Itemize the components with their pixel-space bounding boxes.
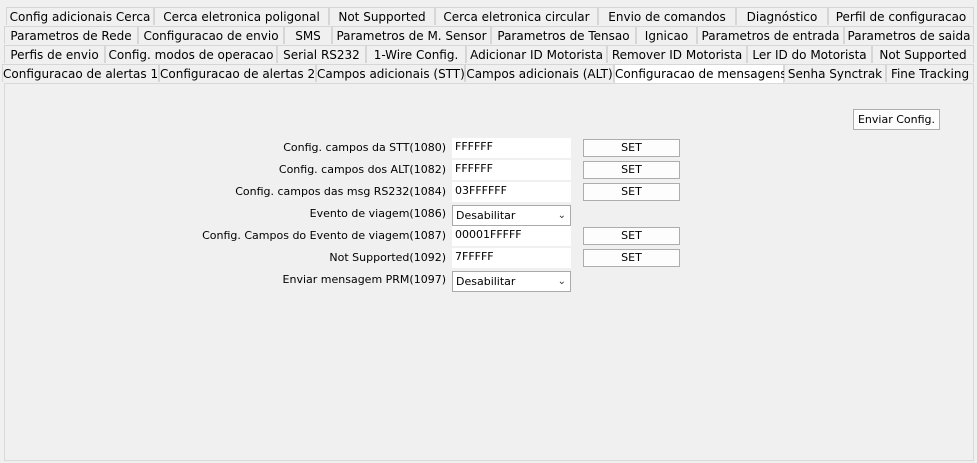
trip-event-fields-set-button[interactable]: SET <box>583 227 680 245</box>
tab-ignicao[interactable]: Ignicao <box>636 26 697 44</box>
tab-adicionar-id-motorista[interactable]: Adicionar ID Motorista <box>466 45 607 63</box>
trip-event-label: Evento de viagem(1086) <box>309 207 446 220</box>
send-config-button[interactable]: Enviar Config. <box>853 109 940 130</box>
tab-configuracao-de-alertas-2[interactable]: Configuracao de alertas 2 <box>159 64 316 82</box>
tab-diagnostico[interactable]: Diagnóstico <box>736 7 828 25</box>
tab-not-supported-2[interactable]: Not Supported <box>872 45 974 63</box>
trip-event-select[interactable]: Desabilitar ⌄ <box>452 205 571 226</box>
alt-fields-label: Config. campos dos ALT(1082) <box>278 163 446 176</box>
tab-config-adicionais-cerca[interactable]: Config adicionais Cerca <box>6 7 154 25</box>
tab-senha-synctrak[interactable]: Senha Synctrak <box>784 64 886 82</box>
prm-message-select-value: Desabilitar <box>456 275 516 288</box>
tab-fine-tracking[interactable]: Fine Tracking <box>886 64 974 82</box>
alt-fields-input[interactable]: FFFFFF <box>452 160 571 180</box>
tab-perfil-de-configuracao[interactable]: Perfil de configuracao <box>828 7 974 25</box>
tab-cerca-eletronica-circular[interactable]: Cerca eletronica circular <box>435 7 598 25</box>
tab-campos-adicionais-alt[interactable]: Campos adicionais (ALT) <box>465 64 614 82</box>
prm-message-label: Enviar mensagem PRM(1097) <box>282 273 446 286</box>
stt-fields-input[interactable]: FFFFFF <box>452 138 571 158</box>
tab-parametros-de-saida[interactable]: Parametros de saida <box>844 26 974 44</box>
stt-fields-set-button[interactable]: SET <box>583 139 680 157</box>
tab-configuracao-de-alertas-1[interactable]: Configuracao de alertas 1 <box>2 64 159 82</box>
tab-parametros-de-entrada[interactable]: Parametros de entrada <box>697 26 844 44</box>
chevron-down-icon: ⌄ <box>557 210 566 221</box>
chevron-down-icon: ⌄ <box>557 276 566 287</box>
tab-1-wire-config[interactable]: 1-Wire Config. <box>366 45 466 63</box>
tab-perfis-de-envio[interactable]: Perfis de envio <box>4 45 105 63</box>
stt-fields-label: Config. campos da STT(1080) <box>283 141 446 154</box>
tab-serial-rs232[interactable]: Serial RS232 <box>277 45 366 63</box>
tab-ler-id-do-motorista[interactable]: Ler ID do Motorista <box>747 45 872 63</box>
trip-event-fields-label: Config. Campos do Evento de viagem(1087) <box>202 229 446 242</box>
tab-parametros-de-tensao[interactable]: Parametros de Tensao <box>491 26 636 44</box>
tab-parametros-m-sensor[interactable]: Parametros de M. Sensor <box>332 26 491 44</box>
prm-message-select[interactable]: Desabilitar ⌄ <box>452 271 571 292</box>
tab-campos-adicionais-stt[interactable]: Campos adicionais (STT) <box>316 64 465 82</box>
trip-event-fields-input[interactable]: 00001FFFFF <box>452 226 571 246</box>
tab-configuracao-de-envio[interactable]: Configuracao de envio <box>138 26 284 44</box>
tab-remover-id-motorista[interactable]: Remover ID Motorista <box>607 45 747 63</box>
tab-cerca-eletronica-poligonal[interactable]: Cerca eletronica poligonal <box>154 7 329 25</box>
tab-parametros-de-rede[interactable]: Parametros de Rede <box>4 26 138 44</box>
rs232-fields-set-button[interactable]: SET <box>583 183 680 201</box>
trip-event-select-value: Desabilitar <box>456 209 516 222</box>
not-supported-1092-set-button[interactable]: SET <box>583 249 680 267</box>
tab-not-supported[interactable]: Not Supported <box>329 7 435 25</box>
not-supported-1092-input[interactable]: 7FFFFF <box>452 248 571 268</box>
tab-sms[interactable]: SMS <box>284 26 332 44</box>
rs232-fields-label: Config. campos das msg RS232(1084) <box>235 185 446 198</box>
not-supported-1092-label: Not Supported(1092) <box>329 251 446 264</box>
rs232-fields-input[interactable]: 03FFFFFF <box>452 182 571 202</box>
tab-envio-de-comandos[interactable]: Envio de comandos <box>598 7 736 25</box>
tab-configuracao-de-mensagens[interactable]: Configuracao de mensagens <box>614 64 786 84</box>
alt-fields-set-button[interactable]: SET <box>583 161 680 179</box>
tab-config-modos-de-operacao[interactable]: Config. modos de operacao <box>105 45 277 63</box>
